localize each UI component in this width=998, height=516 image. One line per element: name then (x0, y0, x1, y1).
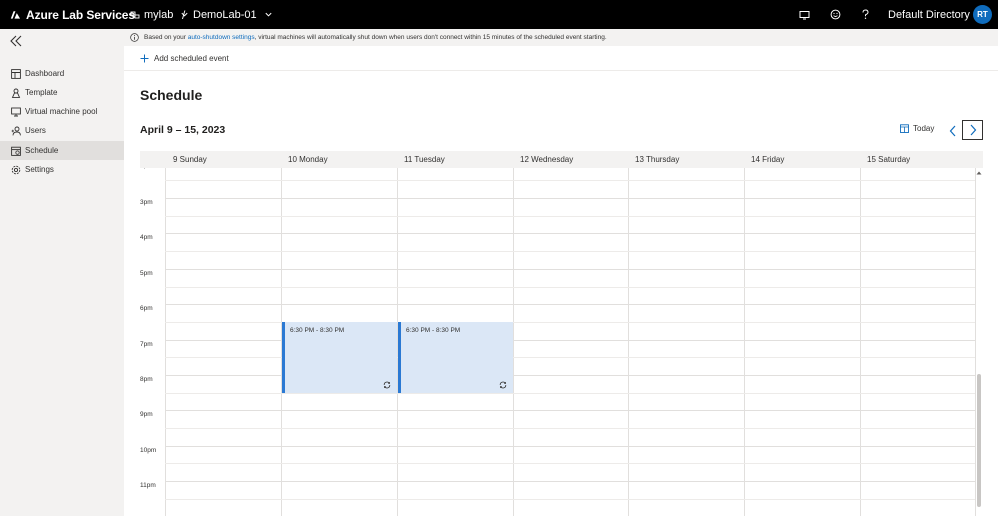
info-text-prefix: Based on your (144, 34, 188, 41)
sidebar-item-users[interactable]: Users (0, 121, 124, 140)
today-button[interactable]: Today (900, 124, 934, 133)
sidebar-item-dashboard[interactable]: Dashboard (0, 64, 124, 83)
date-range: April 9 – 15, 2023 (140, 124, 226, 136)
recurring-icon (383, 381, 391, 389)
today-label: Today (913, 124, 935, 133)
sidebar-item-label: Settings (25, 165, 54, 174)
time-label: 10pm (140, 447, 157, 454)
time-label: 6pm (140, 305, 153, 312)
auto-shutdown-settings-link[interactable]: auto-shutdown settings (188, 34, 255, 41)
sidebar-item-template[interactable]: Template (0, 83, 124, 102)
hour-line (165, 269, 975, 270)
lab-name: DemoLab-01 (193, 8, 257, 21)
half-hour-line (165, 463, 975, 464)
time-label: 11pm (140, 482, 156, 489)
half-hour-line (165, 428, 975, 429)
lab-selector[interactable]: DemoLab-01 (193, 0, 273, 29)
recurring-icon (499, 381, 507, 389)
half-hour-line (165, 393, 975, 394)
scheduled-event[interactable]: 6:30 PM - 8:30 PM (398, 322, 513, 393)
brand-name: Azure Lab Services (26, 7, 135, 22)
collapse-icon[interactable] (9, 35, 23, 47)
hour-line (165, 233, 975, 234)
half-hour-line (165, 180, 975, 181)
page-title: Schedule (140, 87, 203, 103)
smiley-icon[interactable] (825, 0, 845, 29)
cloud-icon (10, 11, 21, 19)
hour-line (165, 198, 975, 199)
template-icon (11, 88, 21, 98)
sidebar-item-schedule[interactable]: Schedule (0, 141, 124, 160)
calendar-grid[interactable]: 2pm 3pm 4pm 5pm 6pm 7pm 8pm 9pm 10pm 11pm 6:30 PM… (140, 168, 983, 516)
lab-plan-name: mylab (144, 8, 174, 21)
time-label: 8pm (140, 376, 153, 383)
add-scheduled-event-button[interactable]: Add scheduled event (140, 54, 229, 63)
lab-plan-selector[interactable]: mylab (130, 0, 189, 29)
time-label: 7pm (140, 341, 153, 348)
sidebar: Dashboard Template Virtual machine pool … (0, 29, 124, 516)
sidebar-item-label: Dashboard (25, 69, 65, 78)
time-label: 2pm (140, 168, 153, 169)
avatar[interactable]: RT (973, 5, 992, 24)
lab-plan-icon (130, 11, 140, 18)
top-bar: Azure Lab Services mylab / DemoLab-01 De… (0, 0, 998, 29)
breadcrumb-separator: / (182, 7, 186, 22)
info-icon (130, 33, 139, 42)
info-text-suffix: , virtual machines will automatically sh… (254, 34, 607, 41)
day-header-wednesday: 12 Wednesday (520, 155, 574, 164)
day-header-thursday: 13 Thursday (635, 155, 680, 164)
sidebar-item-label: Users (25, 126, 46, 135)
event-time-label: 6:30 PM - 8:30 PM (290, 327, 345, 334)
previous-week-button[interactable] (945, 122, 961, 140)
brand[interactable]: Azure Lab Services (8, 8, 135, 22)
hour-line (165, 446, 975, 447)
directory-selector[interactable]: Default Directory (888, 0, 986, 29)
calendar-header: 9 Sunday 10 Monday 11 Tuesday 12 Wednesd… (140, 151, 983, 168)
half-hour-line (165, 499, 975, 500)
time-label: 4pm (140, 234, 153, 241)
scheduled-event[interactable]: 6:30 PM - 8:30 PM (282, 322, 397, 393)
monitor-icon[interactable] (794, 0, 814, 29)
scrollbar-thumb[interactable] (977, 374, 981, 507)
hour-line (165, 304, 975, 305)
plus-icon (140, 54, 149, 62)
sidebar-item-label: Schedule (25, 146, 59, 155)
sidebar-item-label: Virtual machine pool (25, 107, 98, 116)
chevron-down-icon (265, 12, 272, 17)
help-icon[interactable] (855, 0, 875, 29)
vm-pool-icon (11, 107, 21, 117)
users-icon (11, 126, 21, 136)
add-scheduled-event-label: Add scheduled event (154, 53, 229, 63)
sidebar-item-label: Template (25, 88, 58, 97)
day-header-sunday: 9 Sunday (173, 155, 207, 164)
hour-line (165, 481, 975, 482)
calendar-today-icon (900, 124, 909, 133)
half-hour-line (165, 216, 975, 217)
schedule-icon (11, 146, 21, 156)
day-header-tuesday: 11 Tuesday (404, 155, 445, 164)
time-label: 3pm (140, 199, 153, 206)
day-header-friday: 14 Friday (751, 155, 785, 164)
day-header-monday: 10 Monday (288, 155, 328, 164)
info-bar: Based on your auto-shutdown settings , v… (124, 29, 998, 46)
scroll-up-icon[interactable] (976, 170, 982, 176)
command-bar: Add scheduled event (124, 46, 998, 71)
day-header-saturday: 15 Saturday (867, 155, 911, 164)
chevron-left-icon (949, 125, 956, 137)
settings-icon (11, 165, 21, 175)
sidebar-item-settings[interactable]: Settings (0, 160, 124, 179)
time-label: 9pm (140, 411, 153, 418)
half-hour-line (165, 287, 975, 288)
directory-name: Default Directory (888, 8, 970, 21)
time-label: 5pm (140, 270, 153, 277)
chevron-right-icon (970, 124, 976, 136)
sidebar-item-vm-pool[interactable]: Virtual machine pool (0, 102, 124, 121)
next-week-button[interactable] (962, 120, 983, 140)
dashboard-icon (11, 68, 21, 79)
half-hour-line (165, 251, 975, 252)
event-time-label: 6:30 PM - 8:30 PM (406, 327, 461, 334)
hour-line (165, 410, 975, 411)
